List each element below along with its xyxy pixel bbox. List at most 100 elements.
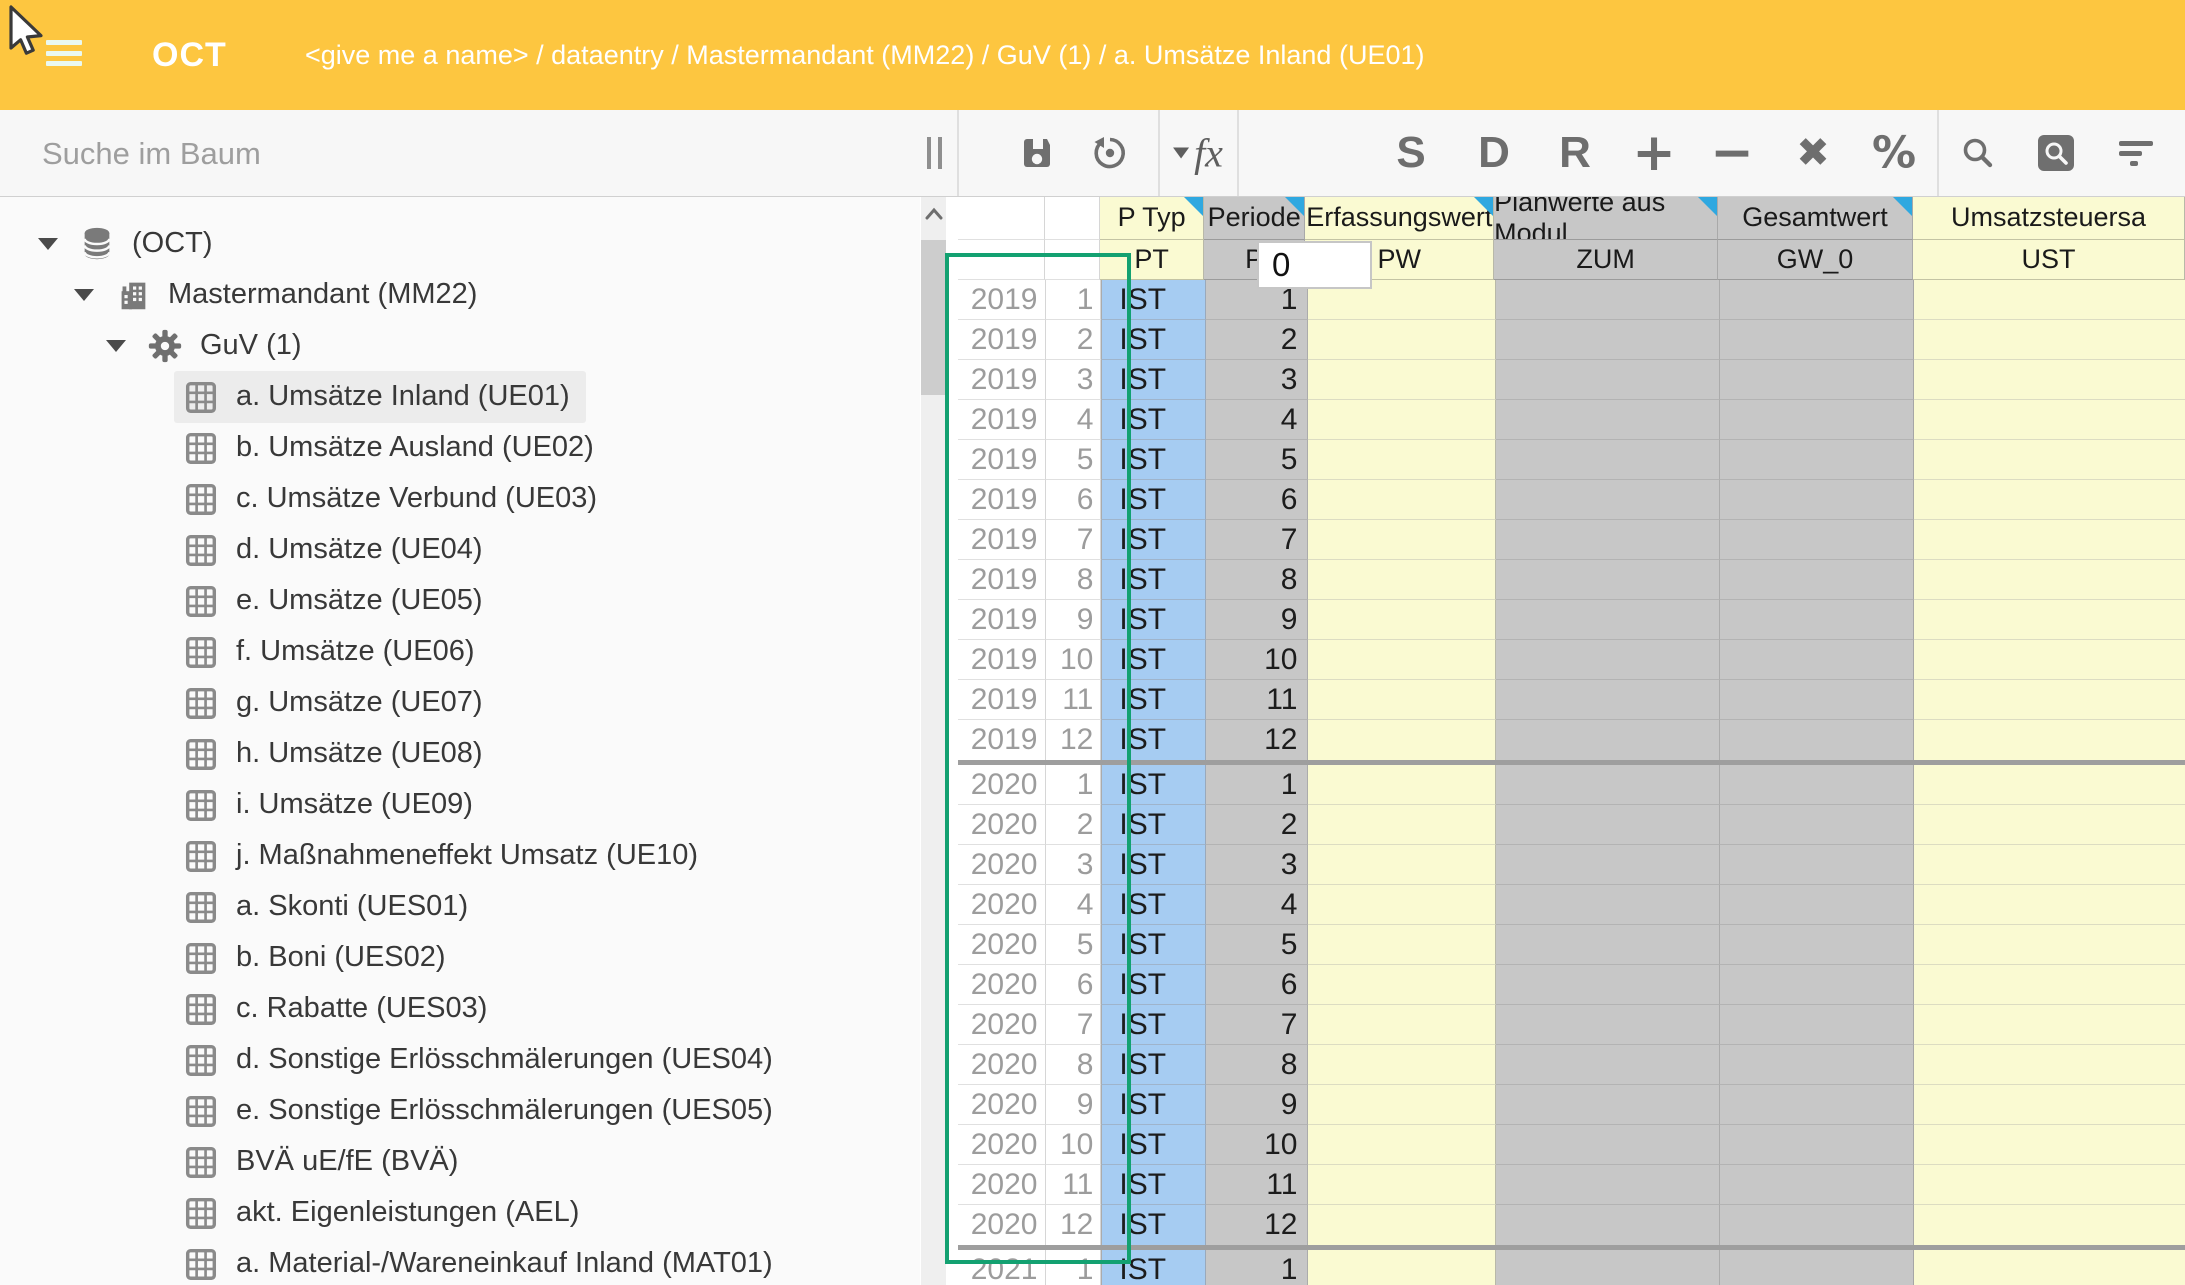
cell-ptyp[interactable]: IST bbox=[1101, 560, 1206, 600]
cell-periode[interactable]: 7 bbox=[1206, 1005, 1308, 1045]
r-button[interactable]: R bbox=[1559, 128, 1591, 178]
tree-item[interactable]: a. Skonti (UES01) bbox=[0, 881, 920, 932]
cell-gesamtwert[interactable] bbox=[1720, 600, 1914, 640]
cell-periode[interactable]: 1 bbox=[1206, 1250, 1308, 1285]
tree-item-content[interactable]: a. Umsätze Inland (UE01) bbox=[174, 371, 586, 423]
scroll-up-button[interactable] bbox=[921, 200, 946, 226]
cell-erfassungswert[interactable] bbox=[1308, 845, 1496, 885]
cell-ptyp[interactable]: IST bbox=[1101, 1165, 1206, 1205]
save-button[interactable] bbox=[1016, 132, 1058, 174]
cell-ptyp[interactable]: IST bbox=[1101, 805, 1206, 845]
row-header-year[interactable]: 2019 bbox=[958, 560, 1046, 600]
search-button[interactable] bbox=[1957, 132, 1999, 174]
row-header-period[interactable]: 7 bbox=[1046, 1005, 1102, 1045]
tree-item[interactable]: c. Umsätze Verbund (UE03) bbox=[0, 473, 920, 524]
cell-ust[interactable] bbox=[1914, 720, 2185, 760]
cell-gesamtwert[interactable] bbox=[1720, 805, 1914, 845]
cell-planwerte[interactable] bbox=[1496, 765, 1719, 805]
formula-button[interactable]: fx bbox=[1173, 130, 1223, 177]
row-header-year[interactable]: 2020 bbox=[958, 885, 1046, 925]
tree-item[interactable]: f. Umsätze (UE06) bbox=[0, 626, 920, 677]
breadcrumb[interactable]: <give me a name> / dataentry / Masterman… bbox=[305, 0, 1424, 110]
tree-item[interactable]: (OCT) bbox=[0, 218, 920, 269]
row-header-year[interactable]: 2020 bbox=[958, 805, 1046, 845]
cell-gesamtwert[interactable] bbox=[1720, 280, 1914, 320]
cell-planwerte[interactable] bbox=[1496, 440, 1719, 480]
tree-item[interactable]: h. Umsätze (UE08) bbox=[0, 728, 920, 779]
row-header-year[interactable]: 2019 bbox=[958, 600, 1046, 640]
column-header-periode[interactable]: Periode bbox=[1204, 196, 1306, 240]
cell-ust[interactable] bbox=[1914, 1005, 2185, 1045]
cell-gesamtwert[interactable] bbox=[1720, 360, 1914, 400]
cell-gesamtwert[interactable] bbox=[1720, 640, 1914, 680]
cell-erfassungswert[interactable] bbox=[1308, 925, 1496, 965]
cell-ptyp[interactable]: IST bbox=[1101, 360, 1206, 400]
tree-item-content[interactable]: e. Sonstige Erlösschmälerungen (UES05) bbox=[174, 1085, 789, 1137]
clear-button[interactable]: ✖ bbox=[1796, 130, 1830, 176]
cell-erfassungswert[interactable] bbox=[1308, 560, 1496, 600]
cell-periode[interactable]: 3 bbox=[1206, 845, 1308, 885]
tree-item-content[interactable]: h. Umsätze (UE08) bbox=[174, 728, 499, 780]
cell-gesamtwert[interactable] bbox=[1720, 1250, 1914, 1285]
column-header-planwerte[interactable]: Planwerte aus Modul bbox=[1494, 196, 1718, 240]
tree-item-content[interactable]: f. Umsätze (UE06) bbox=[174, 626, 491, 678]
cell-erfassungswert[interactable] bbox=[1308, 1205, 1496, 1245]
cell-erfassungswert[interactable] bbox=[1308, 1005, 1496, 1045]
cell-periode[interactable]: 4 bbox=[1206, 400, 1308, 440]
cell-periode[interactable]: 6 bbox=[1206, 480, 1308, 520]
tree-item-content[interactable]: d. Sonstige Erlösschmälerungen (UES04) bbox=[174, 1034, 789, 1086]
row-header-period[interactable]: 1 bbox=[1046, 765, 1102, 805]
cell-planwerte[interactable] bbox=[1496, 1125, 1719, 1165]
cell-planwerte[interactable] bbox=[1496, 680, 1719, 720]
tree-item-content[interactable]: Mastermandant (MM22) bbox=[106, 269, 493, 321]
row-header-period[interactable]: 2 bbox=[1046, 320, 1102, 360]
row-header-period[interactable]: 3 bbox=[1046, 845, 1102, 885]
cell-ptyp[interactable]: IST bbox=[1101, 520, 1206, 560]
cell-erfassungswert[interactable] bbox=[1308, 400, 1496, 440]
cell-planwerte[interactable] bbox=[1496, 925, 1719, 965]
cell-ust[interactable] bbox=[1914, 640, 2185, 680]
cell-erfassungswert[interactable] bbox=[1308, 1250, 1496, 1285]
cell-erfassungswert[interactable] bbox=[1308, 480, 1496, 520]
tree-item-content[interactable]: d. Umsätze (UE04) bbox=[174, 524, 499, 576]
row-header-year[interactable]: 2020 bbox=[958, 1045, 1046, 1085]
cell-erfassungswert[interactable] bbox=[1308, 965, 1496, 1005]
tree-item-content[interactable]: a. Material-/Wareneinkauf Inland (MAT01) bbox=[174, 1238, 789, 1285]
cell-planwerte[interactable] bbox=[1496, 400, 1719, 440]
cell-planwerte[interactable] bbox=[1496, 640, 1719, 680]
cell-ptyp[interactable]: IST bbox=[1101, 1085, 1206, 1125]
caret-down-icon[interactable] bbox=[106, 340, 126, 352]
cell-periode[interactable]: 9 bbox=[1206, 600, 1308, 640]
tree-item-content[interactable]: akt. Eigenleistungen (AEL) bbox=[174, 1187, 595, 1239]
cell-erfassungswert[interactable] bbox=[1308, 720, 1496, 760]
tree-item[interactable]: e. Umsätze (UE05) bbox=[0, 575, 920, 626]
value-input[interactable] bbox=[1257, 241, 1372, 289]
row-header-period[interactable]: 4 bbox=[1046, 885, 1102, 925]
cell-periode[interactable]: 10 bbox=[1206, 640, 1308, 680]
tree-item-content[interactable]: c. Rabatte (UES03) bbox=[174, 983, 503, 1035]
plus-button[interactable]: + bbox=[1632, 123, 1676, 183]
cell-planwerte[interactable] bbox=[1496, 1085, 1719, 1125]
row-header-period[interactable]: 2 bbox=[1046, 805, 1102, 845]
cell-gesamtwert[interactable] bbox=[1720, 680, 1914, 720]
cell-erfassungswert[interactable] bbox=[1308, 320, 1496, 360]
cell-ust[interactable] bbox=[1914, 765, 2185, 805]
cell-ptyp[interactable]: IST bbox=[1101, 480, 1206, 520]
row-header-period[interactable]: 8 bbox=[1046, 560, 1102, 600]
d-button[interactable]: D bbox=[1478, 128, 1510, 178]
tree-item[interactable]: a. Material-/Wareneinkauf Inland (MAT01) bbox=[0, 1238, 920, 1285]
cell-planwerte[interactable] bbox=[1496, 720, 1719, 760]
zoom-search-button[interactable] bbox=[2034, 131, 2078, 175]
tree-item-content[interactable]: BVÄ uE/fE (BVÄ) bbox=[174, 1136, 474, 1188]
menu-icon[interactable] bbox=[46, 40, 82, 66]
cell-ptyp[interactable]: IST bbox=[1101, 965, 1206, 1005]
tree-item[interactable]: d. Umsätze (UE04) bbox=[0, 524, 920, 575]
cell-periode[interactable]: 1 bbox=[1206, 765, 1308, 805]
row-header-period[interactable]: 6 bbox=[1046, 480, 1102, 520]
row-header-period[interactable]: 5 bbox=[1046, 440, 1102, 480]
tree-item-content[interactable]: b. Umsätze Ausland (UE02) bbox=[174, 422, 610, 474]
tree-item-content[interactable]: (OCT) bbox=[70, 218, 229, 270]
cell-periode[interactable]: 8 bbox=[1206, 1045, 1308, 1085]
cell-periode[interactable]: 7 bbox=[1206, 520, 1308, 560]
cell-gesamtwert[interactable] bbox=[1720, 520, 1914, 560]
